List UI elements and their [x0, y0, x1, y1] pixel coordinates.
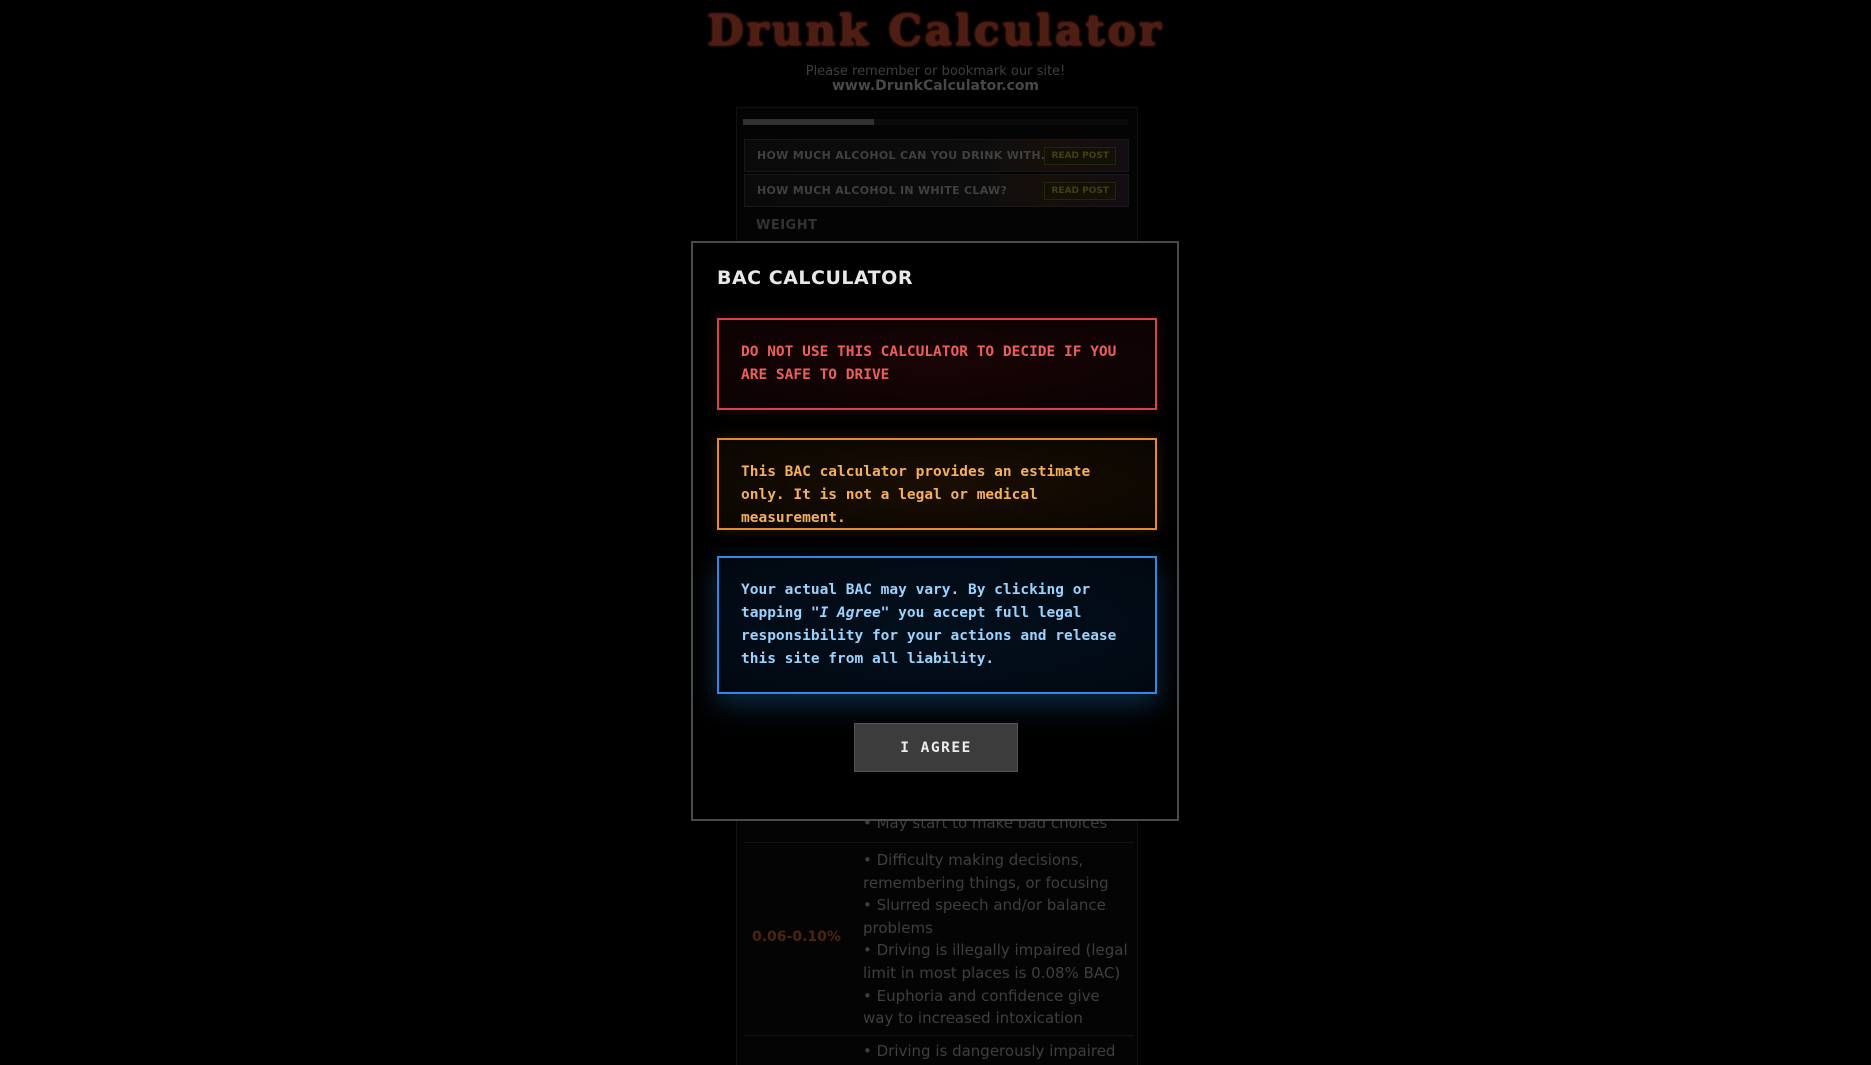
modal-title: BAC CALCULATOR	[717, 267, 913, 289]
driving-warning: DO NOT USE THIS CALCULATOR TO DECIDE IF …	[717, 318, 1157, 410]
disclaimer-modal: BAC CALCULATOR DO NOT USE THIS CALCULATO…	[691, 241, 1179, 821]
i-agree-button[interactable]: I AGREE	[854, 723, 1018, 772]
i-agree-emphasis: "I Agree"	[810, 605, 890, 621]
liability-notice: Your actual BAC may vary. By clicking or…	[717, 556, 1157, 694]
page: Drunk Calculator Please remember or book…	[0, 0, 1871, 1065]
estimate-notice: This BAC calculator provides an estimate…	[717, 438, 1157, 530]
